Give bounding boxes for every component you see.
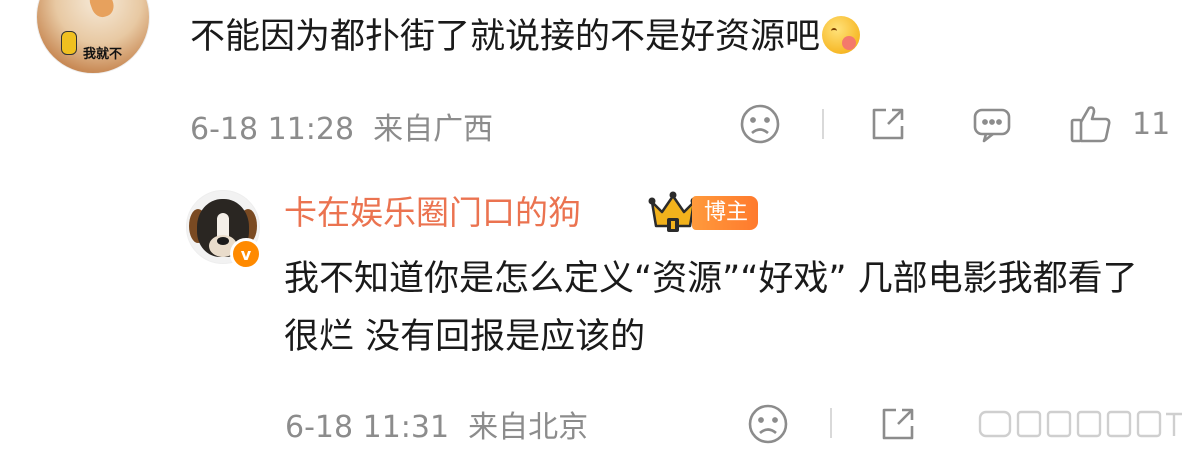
avatar-caption: 我就不 [83, 47, 123, 62]
heart-eyes-emoji-icon [822, 16, 861, 54]
like-count: 11 [1132, 106, 1171, 142]
blogger-badge: 博主 [692, 196, 759, 230]
reply-share-button[interactable] [876, 402, 920, 446]
divider [830, 408, 832, 438]
share-button[interactable] [866, 102, 910, 146]
weibo-watermark-icon [976, 404, 1186, 448]
comment-icon [973, 108, 1011, 143]
sad-face-button[interactable] [738, 102, 782, 146]
sad-face-icon [748, 404, 788, 444]
comment-text: 不能因为都扑街了就说接的不是好资源吧 [190, 17, 821, 57]
reply-author-name[interactable]: 卡在娱乐圈门口的狗 [284, 190, 581, 236]
reply-location: 来自北京 [468, 410, 589, 445]
comment-body: 不能因为都扑街了就说接的不是好资源吧 [190, 12, 861, 62]
comment-meta: 6-18 11:28 来自广西 [190, 104, 493, 148]
reply-meta: 6-18 11:31 来自北京 [285, 402, 588, 446]
like-button[interactable]: 11 [1068, 102, 1170, 146]
share-icon [872, 108, 904, 140]
dog-nose-shape [217, 237, 229, 245]
reply-sad-face-button[interactable] [746, 402, 790, 446]
sad-face-icon [740, 104, 780, 144]
comment-timestamp: 6-18 11:28 [190, 112, 355, 147]
reply-text: 我不知道你是怎么定义“资源”“好戏” 几部电影我都看了 很烂 没有回报是应该的 [284, 259, 1138, 357]
divider [822, 109, 824, 139]
cat-ear-shape [87, 0, 117, 20]
thumbs-up-icon [1070, 106, 1111, 143]
verified-badge-icon: v [230, 238, 262, 270]
commenter-avatar[interactable]: 我就不 [36, 0, 150, 74]
share-icon [882, 408, 914, 440]
crown-icon [648, 190, 698, 238]
comment-location: 来自广西 [373, 112, 494, 147]
thumbs-up-paw-shape [61, 31, 77, 55]
comment-button[interactable] [970, 102, 1014, 146]
reply-timestamp: 6-18 11:31 [285, 410, 450, 445]
